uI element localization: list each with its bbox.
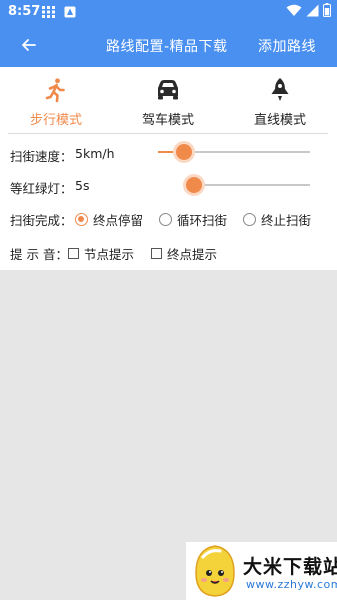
speed-row: 扫街速度： [10, 146, 73, 165]
light-slider-track [184, 184, 310, 186]
signal-icon [306, 4, 319, 21]
watermark: 大米下载站 www.zzhyw.com [186, 542, 337, 600]
light-value: 5s [75, 178, 90, 193]
checkbox-node-tip[interactable]: 节点提示 [68, 244, 134, 263]
radio-loop[interactable]: 循环扫街 [159, 210, 227, 229]
car-icon [128, 77, 208, 103]
light-slider[interactable] [184, 177, 310, 193]
watermark-brand: 大米下载站 [243, 556, 337, 578]
light-slider-thumb[interactable] [186, 177, 203, 193]
radio-stay-at-end-label: 终点停留 [93, 213, 144, 228]
checkbox-node-tip-label: 节点提示 [84, 247, 135, 262]
speed-value: 5km/h [75, 146, 115, 161]
mode-walk[interactable]: 步行模式 [16, 77, 96, 128]
mode-straight-label: 直线模式 [253, 113, 306, 128]
watermark-url: www.zzhyw.com [246, 578, 337, 591]
radio-loop-label: 循环扫街 [177, 213, 228, 228]
mode-straight[interactable]: 直线模式 [240, 77, 320, 128]
radio-stop[interactable]: 终止扫街 [243, 210, 311, 229]
checkbox-node-tip-box[interactable] [68, 248, 79, 259]
settings-panel: 步行模式 驾车模式 直线模式 扫街速度： 5km/h 等红绿灯： 5s 扫街完成… [0, 67, 337, 270]
add-route-button[interactable]: 添加路线 [258, 36, 316, 56]
divider [8, 133, 328, 134]
status-time: 8:57 [8, 4, 41, 19]
checkbox-end-tip-box[interactable] [151, 248, 162, 259]
mascot-logo-icon [190, 543, 240, 600]
light-row: 等红绿灯： [10, 178, 73, 197]
top-bar: 8:57 路线配置-精品下载 添加路线 [0, 0, 337, 67]
sound-row: 提 示 音： [10, 244, 68, 263]
mode-walk-label: 步行模式 [29, 113, 82, 128]
battery-icon [323, 3, 331, 21]
radio-stay-at-end[interactable]: 终点停留 [75, 210, 143, 229]
grid-app-icon [42, 6, 55, 22]
sound-label: 提 示 音： [10, 247, 68, 262]
status-right-icons [286, 3, 331, 21]
square-app-icon [64, 6, 76, 22]
speed-slider-thumb[interactable] [175, 144, 192, 160]
radio-stop-label: 终止扫街 [261, 213, 312, 228]
wifi-icon [286, 4, 302, 21]
radio-stop-dot[interactable] [243, 213, 256, 226]
finish-label: 扫街完成： [10, 213, 73, 228]
radio-stay-at-end-dot[interactable] [75, 213, 88, 226]
mode-drive-label: 驾车模式 [141, 113, 194, 128]
walking-person-icon [16, 77, 96, 103]
page-title: 路线配置-精品下载 [106, 39, 228, 55]
mode-drive[interactable]: 驾车模式 [128, 77, 208, 128]
speed-label: 扫街速度： [10, 149, 73, 164]
arrow-left-icon[interactable] [18, 34, 40, 56]
checkbox-end-tip[interactable]: 终点提示 [151, 244, 217, 263]
finish-row: 扫街完成： [10, 210, 73, 229]
checkbox-end-tip-label: 终点提示 [167, 247, 218, 262]
speed-slider[interactable] [158, 144, 310, 160]
light-label: 等红绿灯： [10, 181, 73, 196]
radio-loop-dot[interactable] [159, 213, 172, 226]
status-bar: 8:57 [0, 0, 337, 24]
rocket-icon [240, 77, 320, 103]
